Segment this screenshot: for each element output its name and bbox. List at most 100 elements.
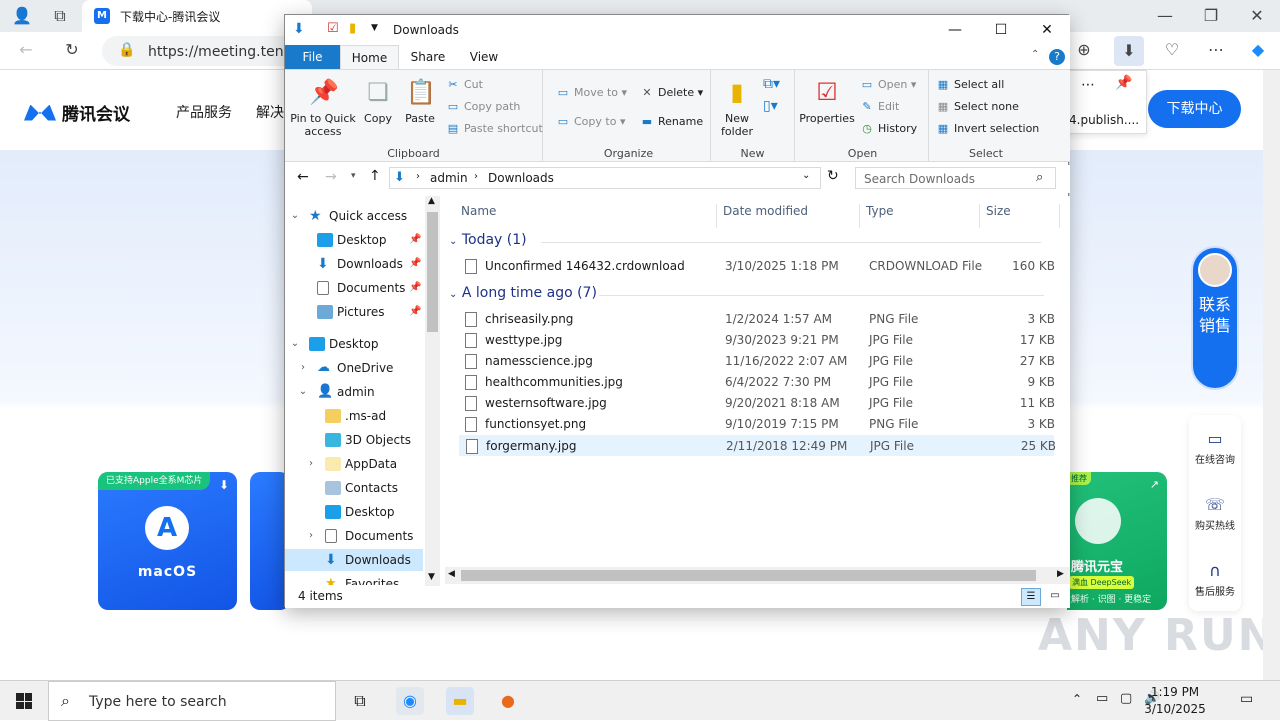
table-row[interactable]: namesscience.jpg 11/16/2022 2:07 AM JPG Fi… [459,351,1055,372]
online-consult-button[interactable]: ▭ 在线咨询 [1189,429,1241,466]
recent-locations-icon[interactable]: ▾ [351,171,356,181]
table-row[interactable]: chriseasily.png 1/2/2024 1:57 AM PNG File 3… [459,309,1055,330]
refresh-icon[interactable]: ↻ [827,168,839,184]
history-button[interactable]: ◷ History [859,122,917,135]
group-today[interactable]: ⌄ Today (1) [449,232,1049,248]
table-row[interactable]: Unconfirmed 146432.crdownload 3/10/2025 1… [459,256,1055,277]
nav-qa-desktop[interactable]: Desktop 📌 [285,229,423,251]
yuanbao-card[interactable]: 推荐 ↗ 腾讯元宝 满血 DeepSeek 解析 · 识图 · 更稳定 [1067,472,1167,610]
pin-to-quick-access-button[interactable]: 📌 Pin to Quick access [289,76,357,138]
nav-quick-access[interactable]: ⌄ ★ Quick access [285,205,423,227]
nav-onedrive[interactable]: › ☁ OneDrive [285,357,423,379]
purchase-hotline-button[interactable]: ☏ 购买热线 [1189,495,1241,532]
tab-actions-icon[interactable]: ⧉ [48,4,72,28]
refresh-icon[interactable]: ↻ [60,38,84,62]
nav-products[interactable]: 产品服务 [176,102,232,122]
download-filename[interactable]: 4.publish.... [1069,113,1139,127]
restore-icon[interactable]: ❐ [1199,4,1223,28]
copy-button[interactable]: ❏ Copy [359,76,397,125]
scroll-down-icon[interactable]: ▼ [428,572,435,582]
details-view-icon[interactable]: ☰ [1021,588,1041,606]
column-size[interactable]: Size [980,204,1060,228]
copilot-icon[interactable]: ◆ [1246,38,1270,62]
table-row[interactable]: functionsyet.png 9/10/2019 7:15 PM PNG Fil… [459,414,1055,435]
tab-file[interactable]: File [285,45,340,69]
horizontal-scroll-thumb[interactable] [461,570,1036,581]
page-scrollbar[interactable] [1263,70,1280,680]
nav-qa-documents[interactable]: Documents 📌 [285,277,423,299]
nav-3d-objects[interactable]: 3D Objects [285,429,423,451]
more-options-icon[interactable]: ⋯ [1081,77,1095,93]
minimize-icon[interactable]: — [1153,4,1177,28]
column-date-modified[interactable]: Date modified [717,204,860,228]
nav-admin[interactable]: ⌄ 👤 admin [285,381,423,403]
macos-download-card[interactable]: 已支持Apple全系M芯片 ⬇ A macOS [98,472,237,610]
file-explorer-icon[interactable]: ▬ [446,687,474,715]
taskbar-search-box[interactable]: ⌕ Type here to search [48,681,336,721]
tab-view[interactable]: View [459,45,509,69]
show-hidden-icons-icon[interactable]: ⌃ [1072,692,1082,706]
chevron-down-icon[interactable]: ⌄ [802,170,810,181]
nav-favorites[interactable]: ★ Favorites [285,573,423,585]
contact-sales-button[interactable]: 联系销售 [1191,246,1239,390]
large-icons-view-icon[interactable]: ▭ [1045,588,1065,606]
nav-scroll-thumb[interactable] [427,212,438,332]
taskbar-clock[interactable]: 1:19 PM 3/10/2025 [1140,684,1210,718]
address-bar[interactable]: 🔒 https://meeting.tencer [102,36,306,66]
tab-home[interactable]: Home [340,45,399,69]
breadcrumb-downloads[interactable]: Downloads [488,171,554,185]
minimize-button[interactable]: — [932,15,978,45]
move-to-button[interactable]: ▭ Move to ▾ [555,86,627,99]
network-icon[interactable]: ▭ [1096,691,1108,706]
nav-desktop[interactable]: ⌄ Desktop [285,333,423,355]
table-row[interactable]: westernsoftware.jpg 9/20/2021 8:18 AM JPG … [459,393,1055,414]
scroll-left-icon[interactable]: ◀ [448,569,455,579]
delete-button[interactable]: ✕ Delete ▾ [639,86,703,99]
browser-tab[interactable]: M 下载中心-腾讯会议 [82,0,312,32]
invert-selection-button[interactable]: ▦ Invert selection [935,122,1039,135]
new-folder-quick-icon[interactable]: ▮ [349,21,356,36]
new-item-icon[interactable]: ⧉▾ [763,76,780,92]
nav-ms-ad[interactable]: .ms-ad [285,405,423,427]
download-center-button[interactable]: 下载中心 [1148,90,1241,128]
paste-shortcut-button[interactable]: ▤ Paste shortcut [445,122,543,135]
group-long-ago[interactable]: ⌄ A long time ago (7) [449,285,1049,301]
close-icon[interactable]: ✕ [1245,4,1269,28]
select-none-button[interactable]: ▦ Select none [935,100,1019,113]
more-icon[interactable]: ⋯ [1204,38,1228,62]
new-folder-button[interactable]: ▮ New folder [713,76,761,138]
tab-share[interactable]: Share [403,45,453,69]
profile-icon[interactable]: 👤 [10,4,34,28]
scroll-right-icon[interactable]: ▶ [1057,569,1064,579]
up-arrow-icon[interactable]: ↑ [369,168,381,184]
close-button[interactable]: ✕ [1024,15,1070,45]
help-icon[interactable]: ? [1049,49,1065,65]
properties-button[interactable]: ☑ Properties [799,76,855,125]
start-button[interactable] [0,681,48,721]
nav-contacts[interactable]: Contacts [285,477,423,499]
collections-icon[interactable]: ⊕ [1072,38,1096,62]
table-row[interactable]: westtype.jpg 9/30/2023 9:21 PM JPG File 17 … [459,330,1055,351]
horizontal-scrollbar[interactable]: ◀ ▶ [445,567,1070,584]
open-button[interactable]: ▭ Open ▾ [859,78,917,91]
column-name[interactable]: Name [455,204,717,228]
nav-admin-downloads[interactable]: ⬇ Downloads [285,549,423,571]
site-logo[interactable]: 腾讯会议 [24,100,130,125]
easy-access-icon[interactable]: ▯▾ [763,98,778,114]
collapse-ribbon-icon[interactable]: ⌃ [1031,49,1039,60]
paste-button[interactable]: 📋 Paste [401,76,439,125]
nav-admin-desktop[interactable]: Desktop [285,501,423,523]
downloads-icon[interactable]: ⬇ [1114,36,1144,66]
rename-button[interactable]: ▬ Rename [639,115,703,128]
properties-quick-icon[interactable]: ☑ [327,21,339,36]
search-box[interactable]: Search Downloads ⌕ [855,167,1056,189]
extensions-icon[interactable]: ♡ [1160,38,1184,62]
back-icon[interactable]: ← [14,38,38,62]
cut-button[interactable]: ✂ Cut [445,78,483,91]
maximize-button[interactable]: ☐ [978,15,1024,45]
breadcrumb-admin[interactable]: admin [430,171,468,185]
firefox-icon[interactable]: ● [494,687,522,715]
copy-to-button[interactable]: ▭ Copy to ▾ [555,115,626,128]
edit-button[interactable]: ✎ Edit [859,100,899,113]
edge-icon[interactable]: ◉ [396,687,424,715]
